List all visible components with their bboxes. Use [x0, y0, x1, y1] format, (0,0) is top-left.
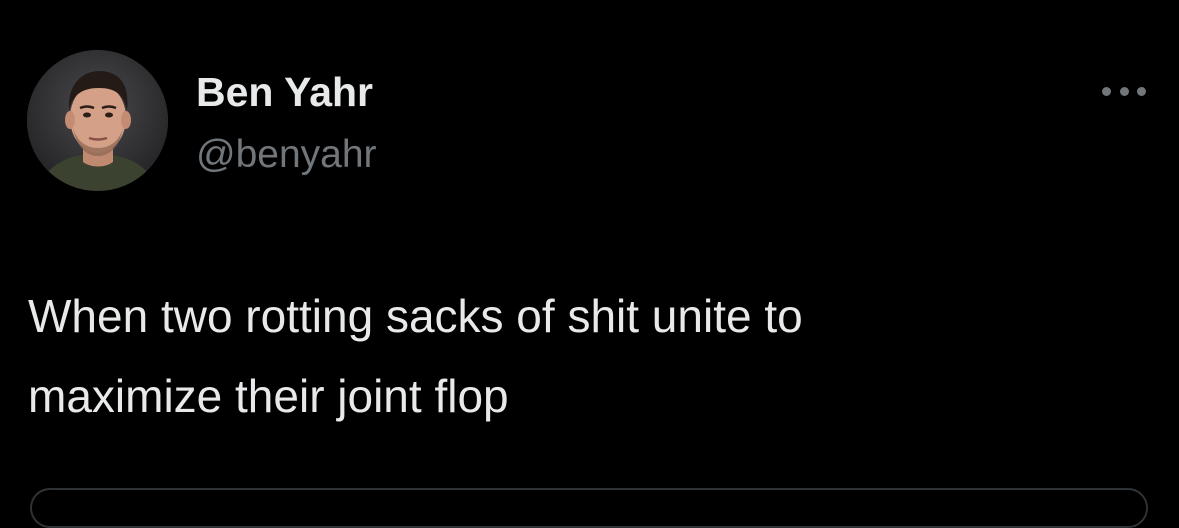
avatar[interactable]: [27, 50, 168, 191]
tweet-text: When two rotting sacks of shit unite to …: [28, 276, 1148, 436]
tweet: Ben Yahr @benyahr When two rotting sacks…: [0, 0, 1179, 528]
author-handle[interactable]: @benyahr: [196, 132, 377, 178]
author-display-name[interactable]: Ben Yahr: [196, 68, 373, 116]
tweet-text-line: When two rotting sacks of shit unite to: [28, 290, 803, 342]
tweet-text-line: maximize their joint flop: [28, 370, 509, 422]
embedded-card-border: [30, 488, 1148, 528]
ellipsis-dot: [1137, 86, 1146, 96]
ellipsis-dot: [1119, 86, 1129, 96]
more-options-button[interactable]: [1098, 78, 1150, 104]
profile-photo-icon: [27, 50, 168, 191]
ellipsis-horizontal-icon: [1102, 86, 1111, 96]
